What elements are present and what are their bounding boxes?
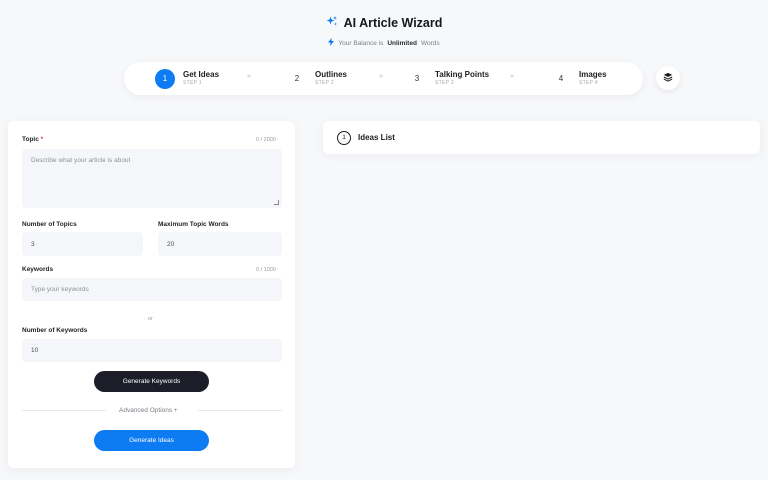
- title-row: AI Article Wizard: [0, 14, 768, 32]
- step-number: 3: [414, 74, 420, 83]
- balance-text: Your Balance is Unlimited Words: [0, 38, 768, 48]
- step-outlines[interactable]: 2 Outlines STEP 2: [287, 62, 347, 95]
- num-keywords-input[interactable]: 10: [22, 339, 282, 362]
- balance-suffix: Words: [420, 39, 440, 47]
- divider-line: [198, 410, 282, 411]
- topic-counter: 0 / 2000: [256, 137, 276, 143]
- step-talking-points[interactable]: 3 Talking Points STEP 3: [407, 62, 489, 95]
- resize-handle[interactable]: [274, 200, 279, 205]
- ideas-list-title: Ideas List: [358, 133, 395, 142]
- ideas-list-card: 1 Ideas List: [323, 121, 760, 154]
- step-title: Outlines: [315, 70, 348, 79]
- step-number: 1: [155, 68, 175, 89]
- topic-textarea[interactable]: Describe what your article is about: [22, 149, 282, 208]
- generate-ideas-button[interactable]: Generate Ideas: [94, 430, 209, 451]
- step-subtitle: STEP 4: [579, 80, 598, 86]
- topic-label-text: Topic: [22, 136, 39, 143]
- step-separator: »: [379, 73, 383, 80]
- required-marker: *: [40, 136, 44, 143]
- step-images[interactable]: 4 Images STEP 4: [551, 62, 607, 95]
- step-separator: »: [247, 73, 251, 80]
- sparkle-icon: [326, 14, 338, 32]
- or-divider: or: [148, 316, 153, 322]
- layers-icon: [663, 69, 673, 87]
- num-topics-input[interactable]: 3: [22, 232, 143, 256]
- ideas-list-number: 1: [337, 130, 351, 145]
- balance-value: Unlimited: [387, 39, 417, 47]
- step-subtitle: STEP 2: [315, 80, 334, 86]
- step-get-ideas[interactable]: 1 Get Ideas STEP 1: [155, 62, 219, 95]
- topic-label: Topic *: [22, 136, 43, 143]
- layers-button[interactable]: [656, 66, 680, 90]
- keywords-input[interactable]: Type your keywords: [22, 278, 282, 301]
- step-title: Get Ideas: [183, 70, 220, 79]
- step-separator: »: [510, 73, 514, 80]
- page-title: AI Article Wizard: [343, 16, 443, 30]
- num-topics-label: Number of Topics: [22, 221, 77, 228]
- wizard-stepper: 1 Get Ideas STEP 1 » 2 Outlines STEP 2 »…: [124, 62, 643, 95]
- step-subtitle: STEP 3: [435, 80, 454, 86]
- keywords-label: Keywords: [22, 266, 54, 273]
- advanced-options-toggle[interactable]: Advanced Options +: [119, 407, 178, 414]
- max-words-label: Maximum Topic Words: [158, 221, 229, 228]
- divider-line: [22, 410, 106, 411]
- step-subtitle: STEP 1: [183, 80, 202, 86]
- step-number: 2: [294, 74, 300, 83]
- balance-prefix: Your Balance is: [338, 39, 384, 47]
- generate-keywords-button[interactable]: Generate Keywords: [94, 371, 209, 392]
- max-words-input[interactable]: 20: [158, 232, 282, 256]
- num-keywords-label: Number of Keywords: [22, 327, 88, 334]
- topic-placeholder: Describe what your article is about: [31, 157, 131, 164]
- ideas-form-card: Topic * 0 / 2000 Describe what your arti…: [8, 121, 295, 468]
- step-title: Images: [579, 70, 607, 79]
- keywords-counter: 0 / 1000: [256, 267, 276, 273]
- lightning-icon: [328, 38, 335, 48]
- step-number: 4: [558, 74, 564, 83]
- page-header: AI Article Wizard Your Balance is Unlimi…: [0, 14, 768, 48]
- step-title: Talking Points: [435, 70, 490, 79]
